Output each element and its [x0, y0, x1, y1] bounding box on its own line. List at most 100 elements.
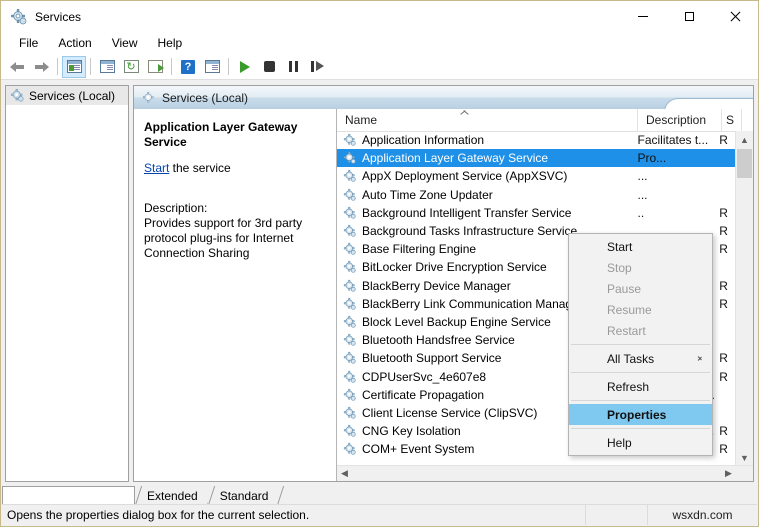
service-name-label: CDPUserSvc_4e607e8 [362, 370, 486, 384]
detail-description-label: Description: [144, 201, 326, 216]
context-menu-item-properties[interactable]: Properties [569, 404, 712, 425]
menu-view[interactable]: View [102, 34, 148, 52]
service-gear-icon [343, 206, 357, 220]
context-menu-item-label: Properties [607, 408, 666, 422]
column-header-status[interactable]: S [722, 109, 742, 131]
menu-file[interactable]: File [9, 34, 48, 52]
close-icon [730, 11, 741, 22]
column-header-name[interactable]: Name [337, 109, 638, 131]
services-gear-icon [10, 88, 25, 103]
context-menu-item-restart: Restart [569, 320, 712, 341]
scroll-down-icon[interactable]: ▼ [736, 449, 753, 466]
start-service-link[interactable]: Start [144, 161, 169, 175]
service-gear-icon [343, 406, 357, 420]
scroll-up-icon[interactable]: ▲ [736, 131, 753, 148]
service-detail-pane: Application Layer Gateway Service Start … [134, 109, 337, 481]
stop-service-button[interactable] [257, 56, 281, 78]
service-name-label: BlackBerry Link Communication Manager [362, 297, 583, 311]
column-header-description[interactable]: Description [638, 109, 722, 131]
detail-description-body: Provides support for 3rd party protocol … [144, 216, 326, 261]
cell-status: R [716, 133, 736, 147]
tab-extended[interactable]: Extended [135, 486, 208, 505]
detail-service-title: Application Layer Gateway Service [144, 120, 326, 150]
service-gear-icon [343, 315, 357, 329]
start-service-icon [240, 61, 250, 73]
cell-status: R [716, 242, 736, 256]
export-list-button[interactable] [143, 56, 167, 78]
context-menu-item-help[interactable]: Help [569, 432, 712, 453]
service-name-label: Application Information [362, 133, 484, 147]
service-gear-icon [343, 297, 357, 311]
table-row[interactable]: Application InformationFacilitates t...R [337, 131, 736, 149]
table-row[interactable]: Auto Time Zone Updater... [337, 186, 736, 204]
context-menu-separator [571, 372, 710, 373]
column-header-description-label: Description [646, 113, 706, 127]
scroll-right-icon[interactable]: ▶ [721, 466, 736, 480]
refresh-button[interactable]: ↻ [119, 56, 143, 78]
back-button[interactable] [5, 56, 29, 78]
show-hide-console-tree-button[interactable] [62, 56, 86, 78]
service-gear-icon [343, 169, 357, 183]
window-controls [620, 1, 758, 32]
title-bar: Services [1, 1, 758, 32]
cell-status: R [716, 206, 736, 220]
cell-service-name: Auto Time Zone Updater [337, 188, 633, 202]
service-gear-icon [343, 133, 357, 147]
properties-button[interactable] [95, 56, 119, 78]
tabstrip-fill [278, 486, 757, 505]
context-menu-item-start[interactable]: Start [569, 236, 712, 257]
service-name-label: Background Intelligent Transfer Service [362, 206, 571, 220]
cell-description: ... [633, 169, 716, 183]
context-menu-separator [571, 344, 710, 345]
tab-standard-label: Standard [220, 489, 269, 503]
watermark-label: wsxdn.com [647, 505, 757, 525]
horizontal-scrollbar[interactable]: ◀ ▶ [337, 465, 753, 481]
services-window: Services File Action View Help ↻ ? [0, 0, 759, 527]
list-column-header: Name Description S [337, 109, 753, 132]
tree-item-services-local[interactable]: Services (Local) [6, 86, 128, 105]
context-menu-item-all-tasks[interactable]: All Tasks [569, 348, 712, 369]
context-menu-item-label: Resume [607, 303, 652, 317]
table-row[interactable]: Application Layer Gateway ServicePro... [337, 149, 736, 167]
table-row[interactable]: AppX Deployment Service (AppXSVC)... [337, 167, 736, 185]
show-hide-action-pane-button[interactable] [200, 56, 224, 78]
scroll-left-icon[interactable]: ◀ [337, 466, 352, 480]
restart-service-button[interactable] [305, 56, 329, 78]
forward-button[interactable] [29, 56, 53, 78]
menu-help[interactable]: Help [148, 34, 193, 52]
service-gear-icon [343, 424, 357, 438]
chevron-right-icon [698, 354, 703, 362]
refresh-icon: ↻ [124, 60, 139, 73]
service-name-label: Application Layer Gateway Service [362, 151, 548, 165]
service-gear-icon [343, 351, 357, 365]
start-service-button[interactable] [233, 56, 257, 78]
service-name-label: CNG Key Isolation [362, 424, 461, 438]
context-menu-item-refresh[interactable]: Refresh [569, 376, 712, 397]
context-menu-item-stop: Stop [569, 257, 712, 278]
cell-status: R [716, 442, 736, 456]
tree-item-label: Services (Local) [29, 89, 115, 103]
help-button[interactable]: ? [176, 56, 200, 78]
menu-bar: File Action View Help [1, 32, 758, 54]
tab-standard[interactable]: Standard [208, 486, 279, 505]
cell-service-name: Application Layer Gateway Service [337, 151, 633, 165]
status-bar-cell [585, 505, 647, 525]
maximize-button[interactable] [666, 1, 712, 32]
back-arrow-icon [10, 61, 25, 73]
vertical-scrollbar[interactable]: ▲ ▼ [735, 131, 753, 466]
minimize-button[interactable] [620, 1, 666, 32]
detail-action-line: Start the service [144, 161, 326, 175]
menu-action[interactable]: Action [48, 34, 101, 52]
table-row[interactable]: Background Intelligent Transfer Service.… [337, 204, 736, 222]
close-button[interactable] [712, 1, 758, 32]
column-header-name-label: Name [345, 113, 377, 127]
context-menu-item-label: Help [607, 436, 632, 450]
pause-service-button[interactable] [281, 56, 305, 78]
service-gear-icon [343, 260, 357, 274]
vertical-scroll-thumb[interactable] [737, 149, 752, 178]
context-menu-item-label: Stop [607, 261, 632, 275]
service-gear-icon [343, 279, 357, 293]
service-gear-icon [343, 442, 357, 456]
cell-service-name: Application Information [337, 133, 633, 147]
service-name-label: Block Level Backup Engine Service [362, 315, 551, 329]
